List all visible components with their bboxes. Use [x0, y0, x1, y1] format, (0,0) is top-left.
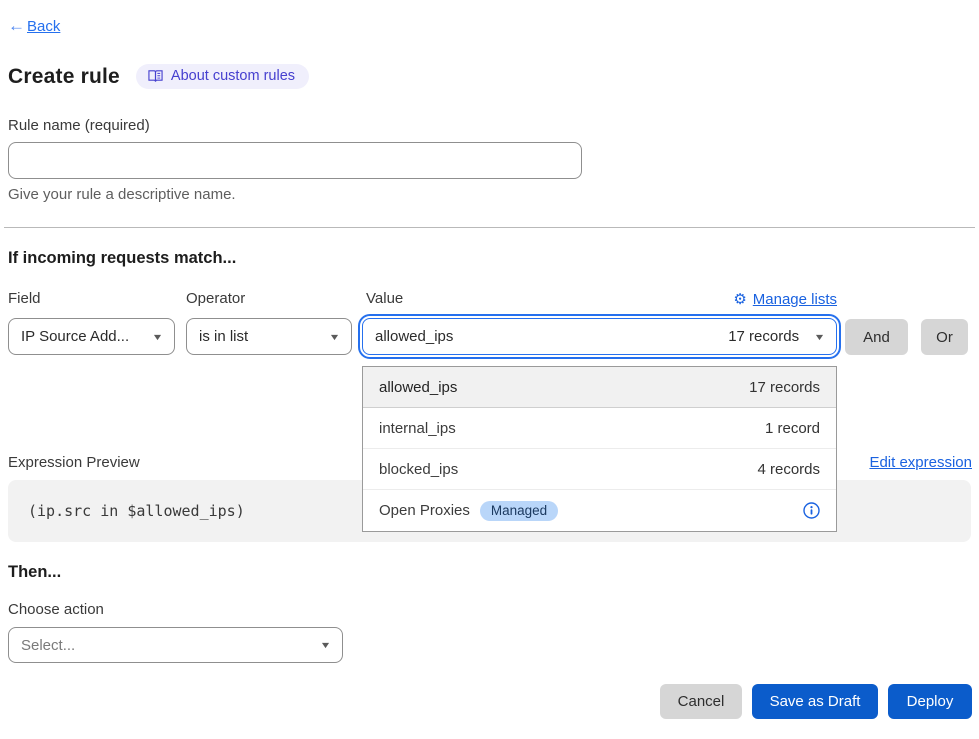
manage-lists-link[interactable]: ⚙ Manage lists — [733, 290, 837, 308]
rule-name-input[interactable] — [8, 142, 582, 179]
managed-badge: Managed — [480, 501, 558, 521]
chevron-down-icon: ▼ — [320, 640, 332, 650]
chevron-down-icon: ▼ — [329, 332, 341, 342]
list-records: 17 records — [749, 379, 820, 396]
list-name: blocked_ips — [379, 461, 458, 478]
list-records: 1 record — [765, 420, 820, 437]
rule-name-label: Rule name (required) — [8, 117, 150, 134]
dropdown-item-blocked-ips[interactable]: blocked_ips 4 records — [363, 449, 836, 490]
operator-column-label: Operator — [186, 290, 245, 307]
dropdown-item-internal-ips[interactable]: internal_ips 1 record — [363, 408, 836, 449]
cancel-button[interactable]: Cancel — [660, 684, 742, 719]
list-name: allowed_ips — [379, 379, 457, 396]
rule-name-help-text: Give your rule a descriptive name. — [8, 186, 236, 203]
edit-expression-link[interactable]: Edit expression — [869, 454, 972, 471]
operator-select-value: is in list — [199, 328, 248, 345]
and-button[interactable]: And — [845, 319, 908, 355]
field-column-label: Field — [8, 290, 41, 307]
value-dropdown-menu: allowed_ips 17 records internal_ips 1 re… — [362, 366, 837, 532]
about-custom-rules-link[interactable]: About custom rules — [136, 64, 309, 89]
field-select[interactable]: IP Source Add... ▼ — [8, 318, 175, 355]
field-select-value: IP Source Add... — [21, 328, 129, 345]
manage-lists-label: Manage lists — [753, 291, 837, 308]
back-link-label: Back — [27, 18, 60, 35]
action-select[interactable]: Select... ▼ — [8, 627, 343, 663]
deploy-button[interactable]: Deploy — [888, 684, 972, 719]
match-section-heading: If incoming requests match... — [8, 249, 236, 268]
value-select[interactable]: allowed_ips 17 records ▼ — [362, 318, 837, 355]
title-row: Create rule About custom rules — [8, 64, 309, 89]
gear-icon: ⚙ — [733, 290, 746, 308]
book-icon — [148, 69, 163, 83]
list-name: Open Proxies — [379, 502, 470, 519]
value-column-label: Value — [366, 290, 403, 307]
chevron-down-icon: ▼ — [814, 332, 826, 342]
back-link[interactable]: ← Back — [8, 16, 60, 36]
value-select-name: allowed_ips — [375, 328, 453, 345]
expression-preview-label: Expression Preview — [8, 454, 140, 471]
expression-code: (ip.src in $allowed_ips) — [28, 502, 245, 520]
about-custom-rules-label: About custom rules — [171, 68, 295, 84]
dropdown-item-allowed-ips[interactable]: allowed_ips 17 records — [363, 367, 836, 408]
list-records: 4 records — [757, 461, 820, 478]
dropdown-item-open-proxies[interactable]: Open Proxies Managed — [363, 490, 836, 531]
operator-select[interactable]: is in list ▼ — [186, 318, 352, 355]
value-select-records: 17 records — [728, 328, 799, 345]
action-select-placeholder: Select... — [21, 637, 75, 654]
then-section-heading: Then... — [8, 563, 61, 582]
section-divider — [4, 227, 975, 228]
or-button[interactable]: Or — [921, 319, 968, 355]
choose-action-label: Choose action — [8, 601, 104, 618]
info-icon[interactable] — [803, 502, 820, 519]
list-name: internal_ips — [379, 420, 456, 437]
page-title: Create rule — [8, 65, 120, 89]
chevron-down-icon: ▼ — [152, 332, 164, 342]
save-as-draft-button[interactable]: Save as Draft — [752, 684, 878, 719]
back-arrow-icon: ← — [8, 16, 25, 36]
